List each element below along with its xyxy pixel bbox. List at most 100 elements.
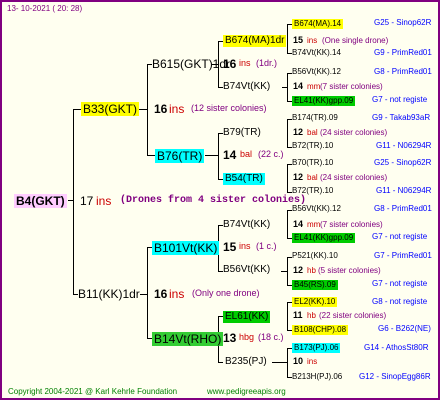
- gen3-note: (22 c.): [258, 149, 284, 159]
- gen2-connector: [139, 109, 148, 110]
- gen4-connector: [287, 210, 288, 238]
- gen3-drone-count: 16: [223, 57, 237, 71]
- gen4-connector: [287, 24, 288, 53]
- gen5-note: (7 sister colonies): [320, 82, 383, 91]
- gen4-ins-label: ins: [307, 36, 318, 45]
- gen3-colony[interactable]: B14Vt(RHO): [152, 332, 224, 346]
- pedigree-frame: 13- 10-2021 ( 20: 28) B4(GKT) 17 ins (Dr…: [0, 0, 440, 400]
- gen5-colony[interactable]: B56Vt(KK).12: [292, 68, 341, 76]
- gen5-code: G11 - N06294R: [376, 141, 432, 150]
- gen5-colony[interactable]: B56Vt(KK).12: [292, 205, 341, 213]
- gen4-drone-count: 15: [293, 35, 304, 45]
- gen5-code: G12 - SinopEgg86R: [359, 372, 431, 381]
- gen3-ins-label: ins: [239, 241, 251, 251]
- gen4-ins-label: ins: [307, 357, 318, 366]
- root-connector: [73, 109, 81, 110]
- gen5-colony[interactable]: B174(TR).09: [292, 114, 338, 122]
- gen4-ins-label: mm: [307, 220, 321, 229]
- gen5-colony[interactable]: B674(MA).14: [292, 19, 344, 29]
- gen5-code: G7 - PrimRed01: [374, 251, 432, 260]
- gen2-ins-label: ins: [169, 102, 185, 116]
- gen5-code: G7 - not registe: [372, 232, 428, 241]
- gen4-note: (22 sister colonies): [319, 311, 387, 320]
- gen4-drone-count: 12: [293, 172, 304, 182]
- gen2-colony[interactable]: B33(GKT): [81, 102, 140, 116]
- gen4-colony[interactable]: EL61(KK): [223, 311, 271, 323]
- date-stamp: 13- 10-2021 ( 20: 28): [7, 4, 83, 13]
- gen2-ins-label: ins: [169, 287, 185, 301]
- root-note: (Drones from 4 sister colonies): [120, 195, 307, 206]
- gen4-colony[interactable]: B74Vt(KK): [223, 220, 270, 230]
- gen5-note: (5 sister colonies): [318, 266, 381, 275]
- gen4-drone-count: 11: [293, 310, 303, 320]
- gen4-ins-label: hb: [307, 311, 316, 320]
- gen5-colony[interactable]: P521(KK).10: [292, 252, 338, 260]
- gen4-connector: [272, 362, 288, 363]
- gen4-colony[interactable]: B235(PJ): [225, 357, 267, 367]
- gen2-connector: [147, 247, 148, 339]
- gen3-drone-count: 15: [223, 240, 237, 254]
- gen4-note: (7 sister colonies): [320, 220, 383, 229]
- gen5-colony[interactable]: B72(TR).10: [292, 187, 333, 195]
- gen5-code: G6 - B262(NE): [378, 324, 431, 333]
- gen4-note: (One single drone): [322, 36, 389, 45]
- gen5-colony[interactable]: B74Vt(KK).14: [292, 49, 341, 57]
- gen5-code: G8 - PrimRed01: [374, 204, 432, 213]
- gen4-note: (24 sister colonies): [320, 128, 388, 137]
- root-connector: [68, 200, 74, 201]
- gen4-ins-label: bal: [307, 128, 318, 137]
- gen2-drone-count: 16: [154, 287, 168, 301]
- gen4-colony[interactable]: B56Vt(KK): [223, 265, 270, 275]
- gen5-colony[interactable]: B70(TR).10: [292, 159, 333, 167]
- gen5-colony[interactable]: B108(CHP).08: [292, 325, 349, 335]
- gen4-colony[interactable]: B79(TR): [223, 128, 261, 138]
- gen4-connector: [287, 119, 288, 147]
- root-drone-count: 17: [80, 194, 94, 208]
- gen5-drone-count: 14: [293, 81, 304, 91]
- gen2-note: (12 sister colonies): [191, 103, 267, 113]
- gen5-colony[interactable]: B45(RS).09: [292, 280, 338, 290]
- gen3-ins-label: bal: [240, 149, 253, 159]
- gen2-colony[interactable]: B11(KK)1dr: [78, 288, 140, 300]
- gen3-connector: [218, 362, 223, 363]
- gen5-code: G8 - PrimRed01: [374, 67, 432, 76]
- gen3-note: (1 c.): [256, 241, 277, 251]
- gen2-connector: [147, 64, 148, 156]
- gen5-colony[interactable]: EL41(KK)gpp.09: [292, 233, 356, 243]
- website-link[interactable]: www.pedigreeapis.org: [207, 388, 286, 396]
- root-colony[interactable]: B4(GKT): [14, 194, 67, 208]
- gen4-colony[interactable]: B54(TR): [223, 173, 265, 185]
- gen4-connector: [287, 302, 288, 330]
- gen5-colony[interactable]: B72(TR).10: [292, 142, 333, 150]
- gen3-note: (1dr.): [256, 58, 278, 68]
- gen5-colony[interactable]: EL41(KK)gpp.09: [292, 96, 356, 106]
- gen5-colony[interactable]: EL2(KK).10: [292, 297, 338, 307]
- gen4-note: (24 sister colonies): [320, 173, 388, 182]
- gen5-code: G11 - N06294R: [376, 186, 432, 195]
- gen4-drone-count: 14: [293, 219, 304, 229]
- gen5-code: G25 - Sinop62R: [374, 158, 432, 167]
- gen3-colony[interactable]: B76(TR): [155, 149, 205, 163]
- gen4-drone-count: 12: [293, 127, 304, 137]
- gen2-note: (Only one drone): [192, 288, 260, 298]
- gen4-connector: [282, 87, 288, 88]
- gen4-colony[interactable]: B674(MA)1dr: [223, 35, 287, 47]
- gen4-connector: [287, 164, 288, 192]
- gen3-ins-label: ins: [239, 58, 251, 68]
- gen5-code: G8 - not registe: [372, 297, 428, 306]
- gen5-colony[interactable]: B213H(PJ).06: [292, 373, 342, 381]
- gen3-colony[interactable]: B615(GKT)1dr: [152, 58, 230, 70]
- gen3-colony[interactable]: B101Vt(KK): [152, 241, 220, 255]
- root-ins-label: ins: [96, 194, 112, 208]
- gen5-code: G9 - Takab93aR: [372, 113, 431, 122]
- gen5-code: G7 - not registe: [372, 279, 428, 288]
- gen2-connector: [147, 155, 155, 156]
- gen2-drone-count: 16: [154, 102, 168, 116]
- gen5-colony[interactable]: B173(PJ).06: [292, 343, 341, 353]
- gen5-ins-label: mm: [307, 82, 321, 91]
- gen5-code: G7 - not registe: [372, 95, 428, 104]
- gen3-ins-label: hbg: [239, 332, 255, 342]
- gen4-colony[interactable]: B74Vt(KK): [223, 82, 270, 92]
- gen4-connector: [281, 271, 288, 272]
- gen5-code: G14 - AthosSt80R: [364, 343, 429, 352]
